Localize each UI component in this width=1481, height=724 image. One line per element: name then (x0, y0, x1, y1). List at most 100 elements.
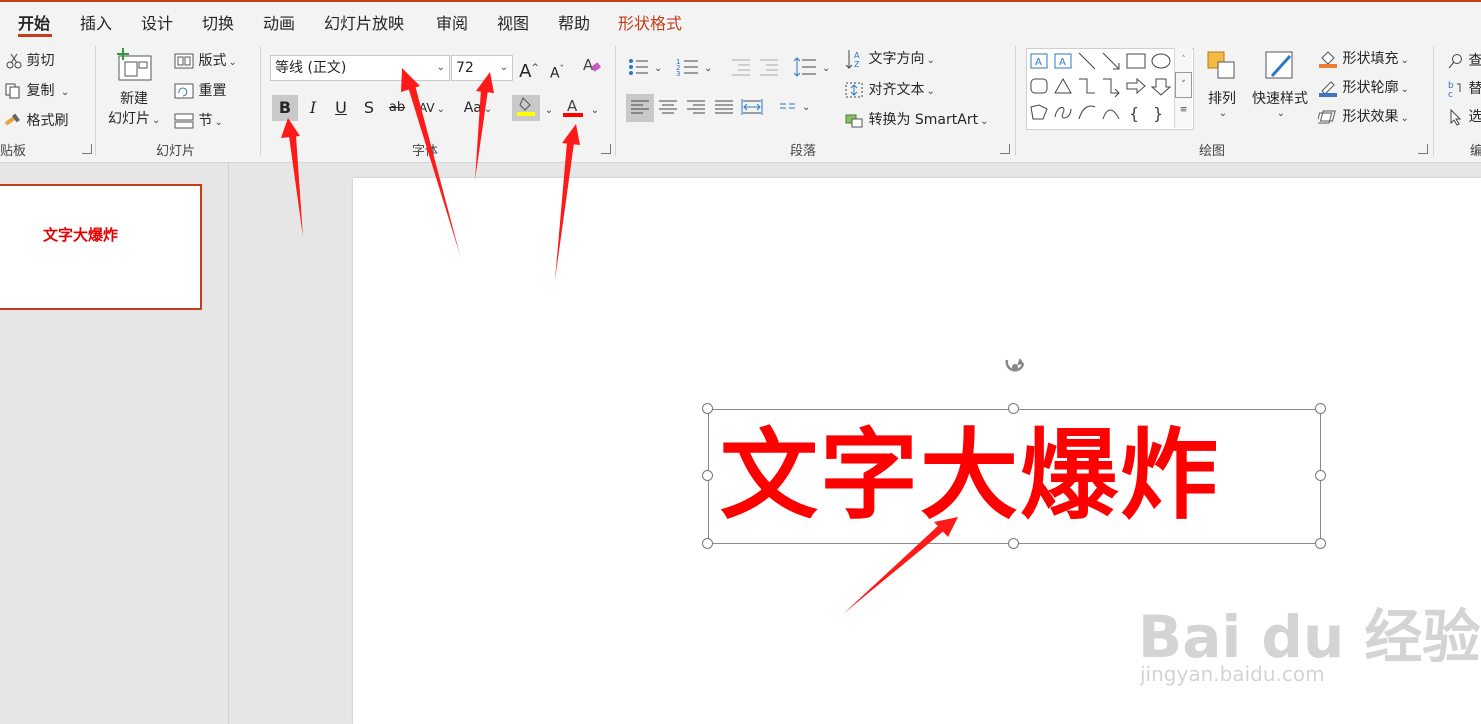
tab-shape-format[interactable]: 形状格式 (618, 10, 682, 34)
group-divider (615, 46, 616, 156)
clipboard-dialog-launcher-icon[interactable] (82, 144, 92, 154)
font-color-button[interactable]: A (560, 95, 586, 121)
triangle-icon (1054, 77, 1072, 94)
chevron-down-icon: ⌄ (926, 55, 935, 66)
tab-slideshow[interactable]: 幻灯片放映 (324, 10, 404, 34)
line-spacing-icon (793, 57, 816, 77)
tab-transitions[interactable]: 切换 (202, 10, 234, 34)
format-painter-label: 格式刷 (26, 113, 69, 129)
clear-formatting-icon: A (583, 56, 601, 74)
layout-button[interactable]: 版式 ⌄ (174, 50, 237, 70)
ribbon-tab-bar: 开始 插入 设计 切换 动画 幻灯片放映 审阅 视图 帮助 形状格式 (0, 2, 1481, 40)
new-slide-dropdown[interactable]: 幻灯片 ⌄ (108, 108, 160, 128)
scroll-up-icon[interactable]: ˄ (1175, 48, 1192, 72)
shape-effects-button[interactable]: 形状效果 ⌄ (1318, 106, 1409, 126)
resize-handle-top-right[interactable] (1315, 403, 1326, 414)
resize-handle-top-left[interactable] (702, 403, 713, 414)
elbow-connector-icon (1079, 78, 1095, 94)
copy-button[interactable]: 复制 ⌄ (4, 80, 69, 100)
shadow-button[interactable]: S (356, 95, 382, 121)
highlight-color-button[interactable] (512, 95, 540, 121)
paragraph-dialog-launcher-icon[interactable] (1000, 144, 1010, 154)
strikethrough-icon: ab (388, 100, 406, 115)
chevron-down-icon: ⌄ (228, 57, 237, 68)
section-button[interactable]: 节 ⌄ (174, 110, 223, 130)
slide-text[interactable]: 文字大爆炸 (720, 411, 1220, 541)
underline-button[interactable]: U (328, 95, 354, 121)
text-direction-label: 文字方向 (868, 51, 925, 67)
resize-handle-bottom-left[interactable] (702, 538, 713, 549)
font-color-dropdown[interactable]: ⌄ (586, 95, 602, 121)
shapes-gallery[interactable]: A A { } (1026, 48, 1194, 130)
resize-handle-top[interactable] (1008, 403, 1019, 414)
scroll-down-icon[interactable]: ˅ (1175, 72, 1192, 98)
copy-dropdown-chevron-icon[interactable]: ⌄ (61, 87, 69, 98)
tab-review[interactable]: 审阅 (436, 10, 468, 34)
arrow-line-icon (1102, 52, 1120, 70)
rectangle-icon (1126, 53, 1146, 69)
more-shapes-icon[interactable]: ≡ (1175, 98, 1192, 122)
tab-view[interactable]: 视图 (497, 10, 529, 34)
chevron-down-icon[interactable]: ⌄ (437, 56, 445, 80)
group-divider (1015, 46, 1016, 156)
tab-insert[interactable]: 插入 (80, 10, 112, 34)
character-spacing-button[interactable]: AV ⌄ (414, 95, 450, 121)
format-painter-button[interactable]: 格式刷 (4, 110, 68, 130)
replace-button[interactable]: bc 替 (1448, 78, 1481, 98)
shape-fill-button[interactable]: 形状填充 ⌄ (1318, 48, 1409, 68)
shape-outline-button[interactable]: 形状轮廓 ⌄ (1318, 77, 1409, 97)
font-name-combobox[interactable]: 等线 (正文) ⌄ (270, 55, 450, 81)
clear-formatting-button[interactable]: A (578, 55, 604, 81)
bold-button[interactable]: B (272, 95, 298, 121)
copy-label: 复制 (26, 83, 55, 99)
shapes-gallery-scroll[interactable]: ˄ ˅ ≡ (1174, 48, 1192, 128)
baidu-watermark-url: jingyan.baidu.com (1140, 662, 1325, 686)
quick-styles-button[interactable]: 快速样式 ⌄ (1250, 48, 1310, 119)
convert-to-smartart-button[interactable]: 转换为 SmartArt ⌄ (844, 109, 988, 129)
font-dialog-launcher-icon[interactable] (601, 144, 611, 154)
font-group-label: 字体 (412, 144, 439, 159)
drawing-dialog-launcher-icon[interactable] (1418, 144, 1428, 154)
active-tab-indicator (18, 34, 52, 37)
arrange-button[interactable]: 排列 ⌄ (1200, 48, 1244, 119)
font-size-combobox[interactable]: 72 ⌄ (451, 55, 513, 81)
align-text-button[interactable]: 对齐文本 ⌄ (844, 79, 935, 99)
editing-group-label: 编 (1470, 144, 1481, 159)
cut-button[interactable]: 剪切 (6, 50, 54, 70)
slide-thumbnail[interactable] (0, 184, 202, 310)
cursor-select-icon (1450, 108, 1462, 126)
scissors-icon (6, 53, 22, 69)
new-slide-label-2: 幻灯片 (108, 111, 150, 127)
svg-text:A: A (1035, 57, 1042, 68)
chevron-down-icon[interactable]: ⌄ (500, 56, 508, 80)
increase-indent-icon (760, 59, 778, 76)
increase-font-size-button[interactable]: A^ (516, 55, 542, 82)
tab-design[interactable]: 设计 (141, 10, 173, 34)
change-case-button[interactable]: Aa ⌄ (458, 95, 498, 121)
slide-thumbnail-text: 文字大爆炸 (43, 226, 119, 244)
resize-handle-right[interactable] (1315, 470, 1326, 481)
text-direction-button[interactable]: AZ 文字方向 ⌄ (844, 48, 935, 70)
new-slide-button[interactable]: 新建 (108, 48, 160, 108)
highlight-color-dropdown[interactable]: ⌄ (540, 95, 556, 121)
shapes-gallery-icons: A A { } (1030, 52, 1172, 123)
reset-button[interactable]: 重置 (174, 80, 226, 100)
tab-help[interactable]: 帮助 (558, 10, 590, 34)
resize-handle-left[interactable] (702, 470, 713, 481)
italic-button[interactable]: I (300, 95, 326, 121)
paragraph-group-label: 段落 (790, 144, 817, 159)
tab-home[interactable]: 开始 (18, 10, 50, 34)
chevron-down-icon: ⌄ (1400, 84, 1409, 95)
resize-handle-bottom-right[interactable] (1315, 538, 1326, 549)
strikethrough-button[interactable]: ab (384, 95, 410, 121)
paintbrush-icon (4, 113, 20, 126)
tab-animations[interactable]: 动画 (263, 10, 295, 34)
rotate-handle-icon[interactable] (998, 352, 1032, 382)
select-button[interactable]: 选 (1448, 106, 1481, 126)
find-button[interactable]: 查 (1448, 50, 1481, 70)
resize-handle-bottom[interactable] (1008, 538, 1019, 549)
decrease-font-size-button[interactable]: Aˇ (544, 57, 570, 83)
italic-icon: I (309, 98, 317, 117)
shape-effects-icon (1318, 110, 1336, 124)
svg-text:}: } (1153, 104, 1163, 123)
